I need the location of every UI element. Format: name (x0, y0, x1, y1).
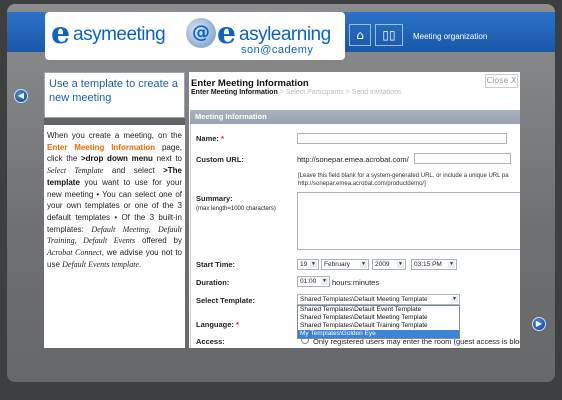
duration-value: 01:00 (300, 278, 317, 285)
url-hint-line-2: http://sonepar.emea.acrobat.com/productd… (298, 181, 426, 187)
url-hint-line-1: [Leave this field blank for a system-gen… (298, 173, 509, 179)
select-template-label: Select Template: (196, 296, 256, 305)
name-input[interactable] (297, 133, 507, 144)
bold-drop-down-menu: >drop down menu (80, 154, 153, 164)
slide-stage: e asymeeting @ e asylearning son@cademy … (7, 4, 555, 382)
close-button[interactable]: Close X (485, 74, 518, 88)
url-label: Custom URL: (196, 155, 244, 164)
breadcrumb-rest: > Select Participants > Send Invitations (277, 89, 402, 96)
dialog-title: Enter Meeting Information (191, 78, 309, 89)
url-prefix: http://sonepar.emea.acrobat.com/ (297, 155, 409, 164)
required-marker: * (236, 320, 239, 329)
chevron-down-icon: ▼ (451, 296, 458, 303)
instructions-title-box: Use a template to create a new meeting (44, 72, 185, 118)
instructions-title: Use a template to create a new meeting (49, 78, 179, 104)
header-title: Meeting organization (413, 32, 488, 41)
template-dropdown-list: Shared Templates\Default Event Template … (297, 305, 460, 339)
chevron-down-icon: ▼ (448, 261, 455, 268)
template-option[interactable]: Shared Templates\Default Training Templa… (298, 322, 459, 330)
breadcrumb: Enter Meeting Information > Select Parti… (191, 89, 401, 96)
start-month-value: February (324, 261, 351, 268)
text-segment: offered by (135, 236, 183, 246)
document-icon[interactable]: ▯▯ (375, 24, 403, 46)
start-year-value: 2009 (375, 261, 390, 268)
required-marker: * (221, 134, 224, 143)
text-segment: and select (103, 166, 164, 176)
name-label: Name: * (196, 134, 224, 143)
template-selected-value: Shared Templates\Default Meeting Templat… (300, 296, 428, 303)
template-select[interactable]: Shared Templates\Default Meeting Templat… (297, 294, 460, 305)
logo-easymeeting: asymeeting (73, 24, 166, 45)
start-year-select[interactable]: 2009 ▼ (372, 259, 406, 270)
italic-select-template: Select Template (47, 166, 104, 176)
chevron-down-icon: ▼ (321, 278, 328, 285)
start-time-select[interactable]: 03:15 PM ▼ (411, 259, 457, 270)
start-day-value: 19 (300, 261, 308, 268)
duration-unit: hours:minutes (332, 278, 380, 287)
brand-logo: e asymeeting @ e asylearning son@cademy (45, 12, 345, 60)
template-option[interactable]: Shared Templates\Default Meeting Templat… (298, 314, 459, 322)
next-arrow-icon[interactable]: ▶ (532, 317, 546, 331)
logo-subtitle: son@cademy (241, 44, 314, 56)
text-segment: . (139, 259, 142, 269)
template-option[interactable]: Shared Templates\Default Event Template (298, 306, 459, 314)
chevron-down-icon: ▼ (360, 261, 367, 268)
italic-default-events-template: Default Events template (62, 259, 139, 269)
summary-hint: (max length=1000 characters) (196, 206, 276, 212)
highlight-enter-meeting-information: Enter Meeting Information (47, 142, 156, 152)
section-header: Meeting Information (190, 110, 520, 124)
at-sign-icon: @ (186, 18, 216, 48)
access-label: Access: (196, 337, 225, 346)
start-time-label: Start Time: (196, 260, 236, 269)
previous-arrow-icon[interactable]: ◀ (14, 89, 28, 103)
divider (44, 118, 185, 125)
duration-label: Duration: (196, 278, 230, 287)
instructions-panel: Use a template to create a new meeting W… (44, 72, 185, 348)
breadcrumb-current: Enter Meeting Information (191, 89, 278, 96)
meeting-dialog: Enter Meeting Information Enter Meeting … (189, 72, 520, 348)
chevron-down-icon: ▼ (310, 261, 317, 268)
logo-letter-e: e (51, 16, 71, 51)
duration-select[interactable]: 01:00 ▼ (297, 276, 330, 287)
language-label-text: Language: (196, 320, 234, 329)
url-hint: [Leave this field blank for a system-gen… (298, 172, 509, 188)
start-day-select[interactable]: 19 ▼ (297, 259, 319, 270)
header-banner: e asymeeting @ e asylearning son@cademy … (7, 12, 555, 60)
template-option-highlighted[interactable]: My Templates\Golden Eye (298, 330, 459, 338)
custom-url-input[interactable] (414, 153, 511, 164)
instructions-body: When you create a meeting, on the Enter … (44, 125, 185, 270)
text-segment: next to (152, 154, 182, 164)
logo-letter-e-2: e (217, 16, 237, 51)
start-month-select[interactable]: February ▼ (321, 259, 369, 270)
meeting-form: Name: * Custom URL: http://sonepar.emea.… (190, 124, 520, 348)
summary-textarea[interactable] (297, 192, 520, 250)
summary-label-text: Summary: (196, 194, 233, 203)
start-time-value: 03:15 PM (414, 261, 442, 268)
logo-easylearning: asylearning (239, 24, 331, 45)
summary-label: Summary: (max length=1000 characters) (196, 194, 276, 212)
language-label: Language: * (196, 320, 239, 329)
chevron-down-icon: ▼ (397, 261, 404, 268)
home-icon[interactable]: ⌂ (349, 24, 371, 46)
text-segment: When you create a meeting, on the (47, 131, 182, 140)
name-label-text: Name: (196, 134, 219, 143)
italic-acrobat-connect: Acrobat Connect (47, 248, 102, 258)
